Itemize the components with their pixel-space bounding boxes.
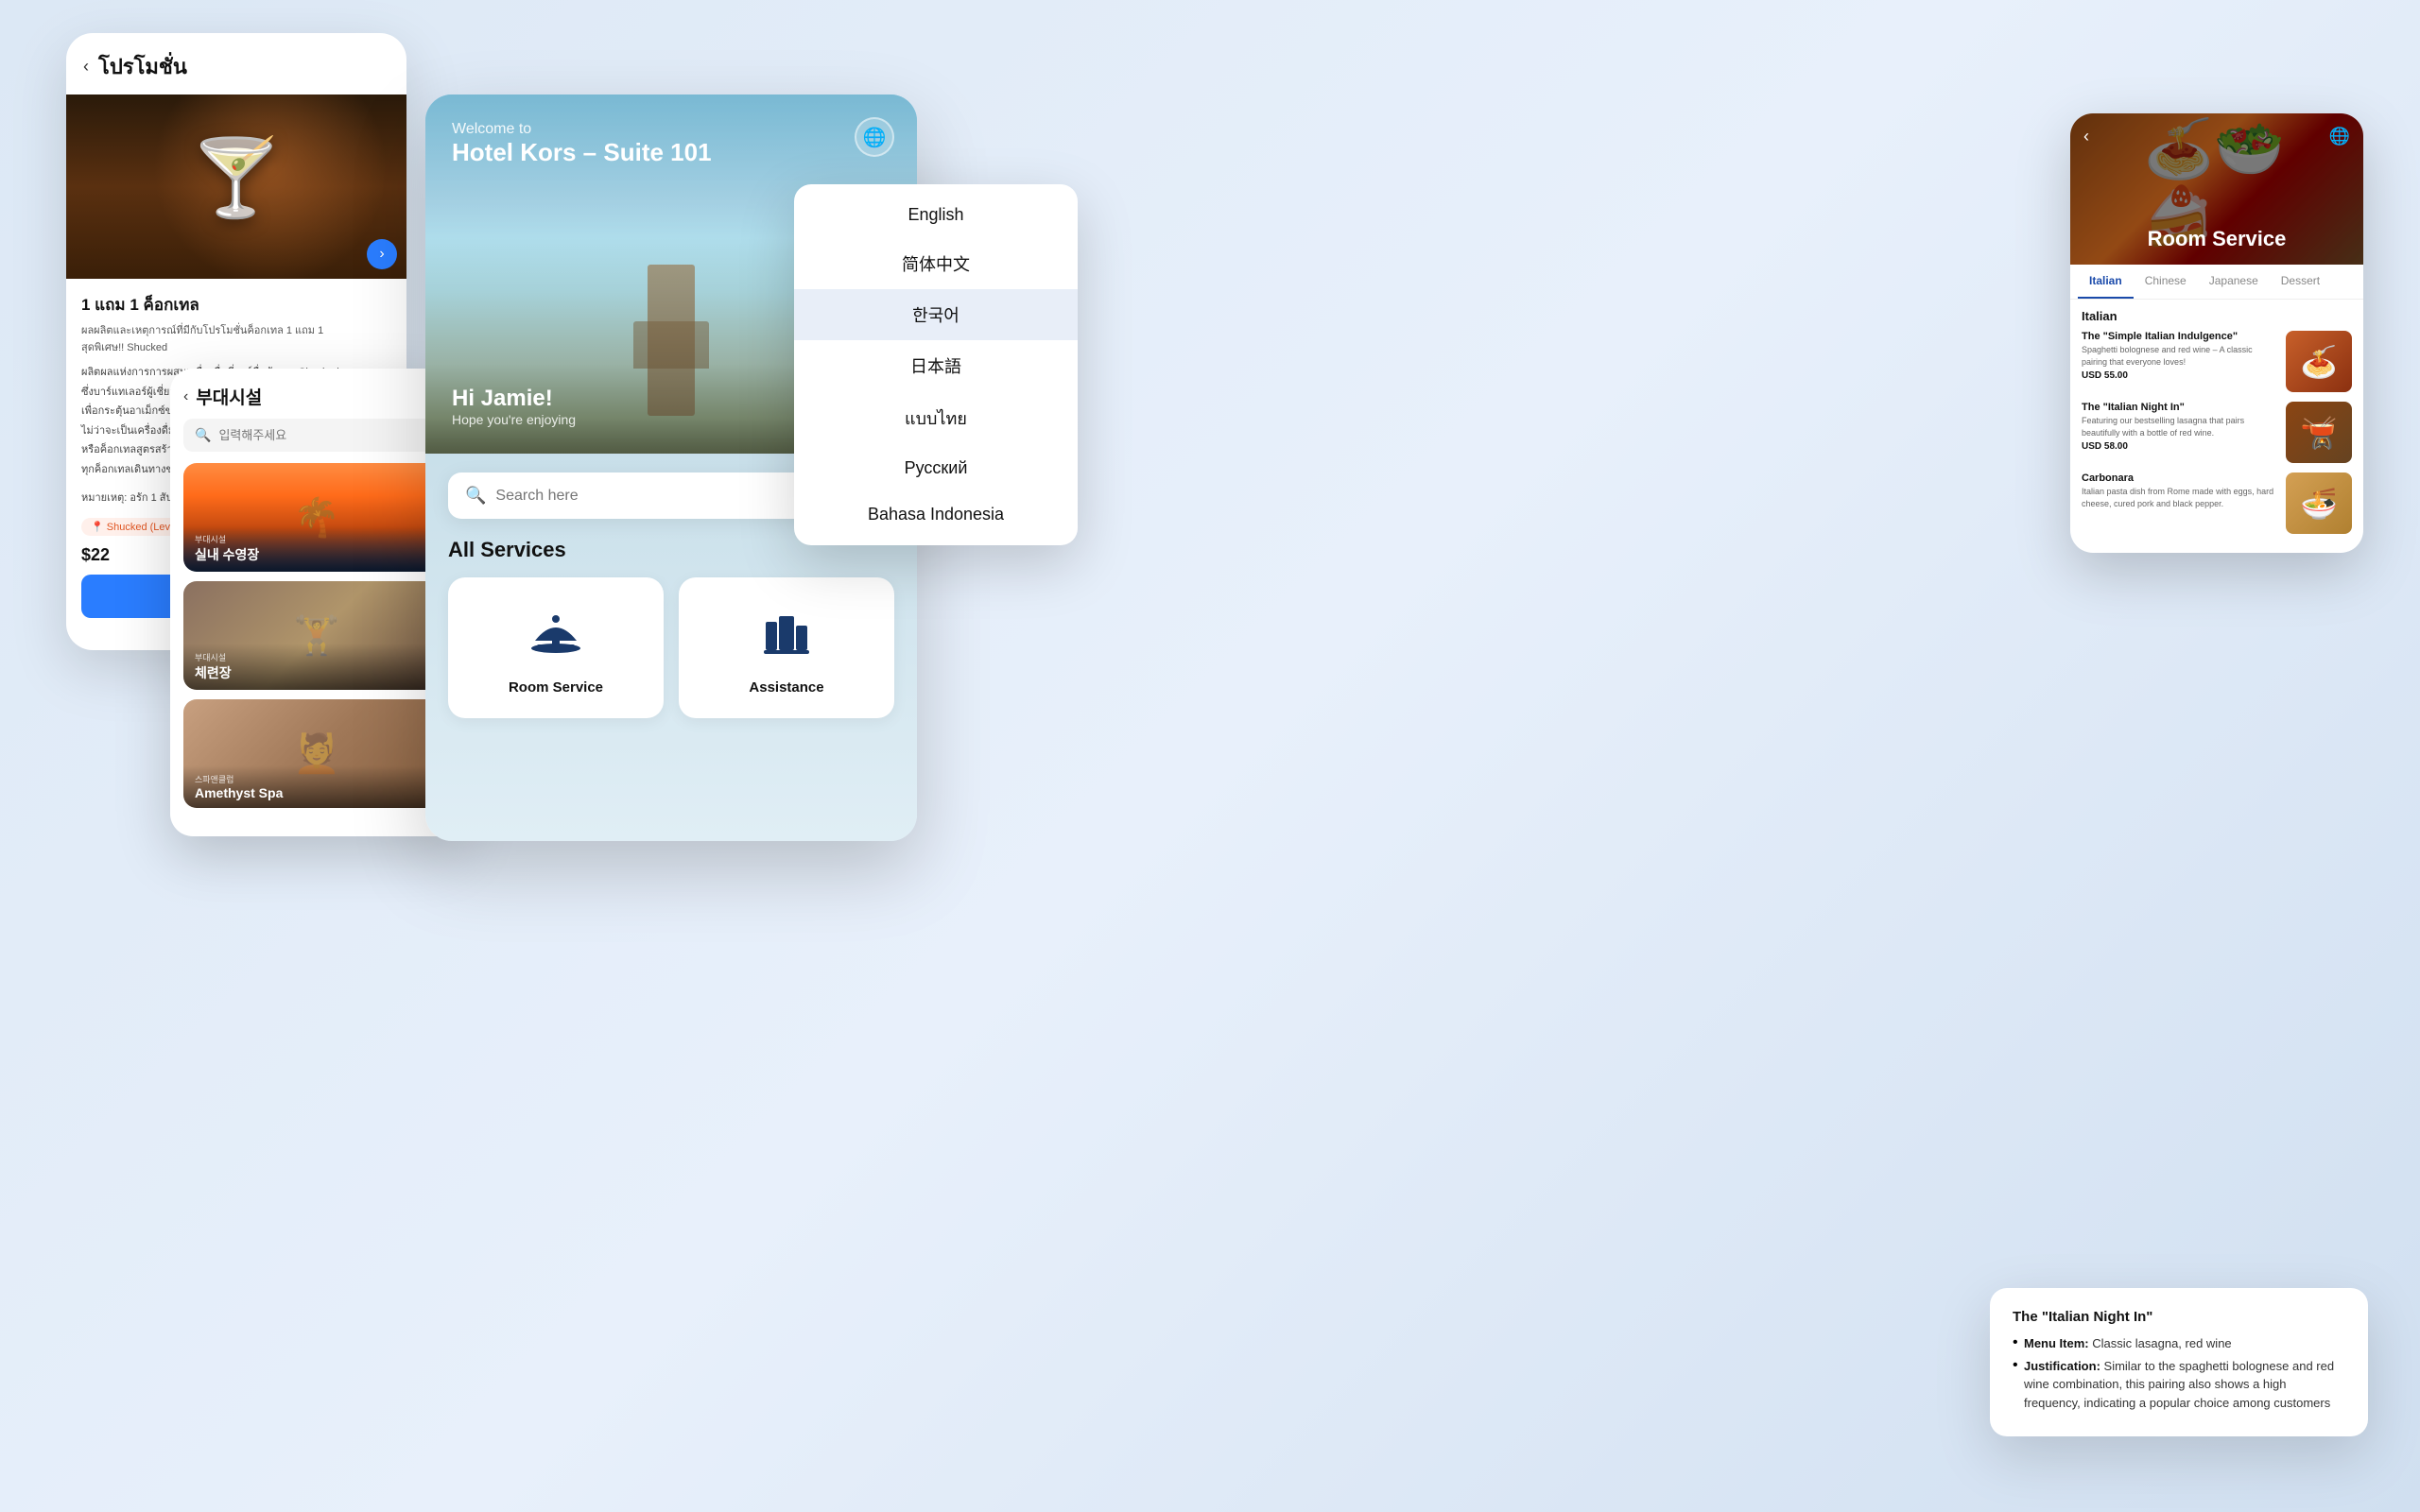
room-service-card[interactable]: Room Service xyxy=(448,577,664,718)
lang-chinese[interactable]: 简体中文 xyxy=(794,238,1078,289)
lang-english[interactable]: English xyxy=(794,192,1078,238)
item-1-desc: Spaghetti bolognese and red wine – A cla… xyxy=(2082,344,2276,368)
tab-italian[interactable]: Italian xyxy=(2078,265,2134,299)
tab-dessert[interactable]: Dessert xyxy=(2270,265,2331,299)
item-1-name: The "Simple Italian Indulgence" xyxy=(2082,331,2276,342)
amenities-phone: ‹ 부대시설 🔍 🌴 부대시설 실내 수영장 🏋️ 부대시설 체련장 💆 스파앤… xyxy=(170,369,463,836)
lang-indonesian[interactable]: Bahasa Indonesia xyxy=(794,491,1078,538)
spa-label: 스파앤클럽 Amethyst Spa xyxy=(183,765,450,808)
assistance-icon xyxy=(753,600,820,666)
rs-content: Italian The "Simple Italian Indulgence" … xyxy=(2070,300,2363,553)
item-3-image: 🍜 xyxy=(2286,472,2352,534)
services-grid: Room Service Assistance xyxy=(425,577,917,718)
room-service-label: Room Service xyxy=(509,679,603,696)
search-icon: 🔍 xyxy=(465,486,486,506)
hero-greeting: Hi Jamie! Hope you're enjoying xyxy=(452,386,576,427)
item-2-info: The "Italian Night In" Featuring our bes… xyxy=(2082,402,2276,452)
gym-label: 부대시설 체련장 xyxy=(183,644,450,690)
assistance-card[interactable]: Assistance xyxy=(679,577,894,718)
promo-deal-title: 1 แถม 1 ค็อกเทล xyxy=(81,292,391,318)
amenities-header: ‹ 부대시설 xyxy=(170,369,463,419)
tooltip-title: The "Italian Night In" xyxy=(2013,1309,2345,1325)
item-2-image: 🫕 xyxy=(2286,402,2352,463)
amenity-pool-card[interactable]: 🌴 부대시설 실내 수영장 xyxy=(183,463,450,572)
rs-globe-icon[interactable]: 🌐 xyxy=(2329,127,2350,146)
amenity-spa-card[interactable]: 💆 스파앤클럽 Amethyst Spa xyxy=(183,699,450,808)
hero-welcome-text: Welcome to Hotel Kors – Suite 101 xyxy=(452,121,712,167)
rs-tabs: Italian Chinese Japanese Dessert xyxy=(2070,265,2363,300)
search-icon: 🔍 xyxy=(195,427,211,443)
lang-korean[interactable]: 한국어 xyxy=(794,289,1078,340)
menu-item-1[interactable]: The "Simple Italian Indulgence" Spaghett… xyxy=(2082,331,2352,392)
item-3-name: Carbonara xyxy=(2082,472,2276,484)
promo-header: ‹ โปรโมชั่น xyxy=(66,33,406,94)
tooltip-item-1: Menu Item: Classic lasagna, red wine xyxy=(2013,1334,2345,1353)
item-3-info: Carbonara Italian pasta dish from Rome m… xyxy=(2082,472,2276,512)
globe-button[interactable]: 🌐 xyxy=(855,117,894,157)
tooltip-card: The "Italian Night In" Menu Item: Classi… xyxy=(1990,1288,2368,1436)
assistance-label: Assistance xyxy=(749,679,823,696)
room-service-icon xyxy=(523,600,589,666)
rs-section-title: Italian xyxy=(2082,309,2352,323)
amenity-gym-card[interactable]: 🏋️ 부대시설 체련장 xyxy=(183,581,450,690)
lang-russian[interactable]: Русский xyxy=(794,445,1078,491)
item-2-price: USD 58.00 xyxy=(2082,441,2276,452)
room-service-phone: ‹ 🌐 Room Service Italian Chinese Japanes… xyxy=(2070,113,2363,553)
promo-hero-image: › xyxy=(66,94,406,279)
back-icon[interactable]: ‹ xyxy=(183,388,188,405)
amenities-search[interactable]: 🔍 xyxy=(183,419,450,452)
item-1-image: 🍝 xyxy=(2286,331,2352,392)
rs-back-icon[interactable]: ‹ xyxy=(2083,127,2089,146)
lang-thai[interactable]: แบบไทย xyxy=(794,391,1078,445)
rs-hero-image: ‹ 🌐 Room Service xyxy=(2070,113,2363,265)
item-3-desc: Italian pasta dish from Rome made with e… xyxy=(2082,486,2276,509)
item-2-name: The "Italian Night In" xyxy=(2082,402,2276,413)
item-1-price: USD 55.00 xyxy=(2082,370,2276,381)
item-1-info: The "Simple Italian Indulgence" Spaghett… xyxy=(2082,331,2276,381)
language-dropdown: English 简体中文 한국어 日本語 แบบไทย Русский Baha… xyxy=(794,184,1078,545)
amenities-search-input[interactable] xyxy=(218,428,439,442)
tooltip-item-2: Justification: Similar to the spaghetti … xyxy=(2013,1357,2345,1413)
amenities-title: 부대시설 xyxy=(196,384,262,409)
promo-title: โปรโมชั่น xyxy=(98,50,187,83)
tab-chinese[interactable]: Chinese xyxy=(2134,265,2198,299)
pool-label: 부대시설 실내 수영장 xyxy=(183,525,450,572)
lang-japanese[interactable]: 日本語 xyxy=(794,340,1078,391)
promo-next-button[interactable]: › xyxy=(367,239,397,269)
menu-item-2[interactable]: The "Italian Night In" Featuring our bes… xyxy=(2082,402,2352,463)
promo-subtitle: ผลผลิตและเหตุการณ์ที่มีกับโปรโมชั่นค็อกเ… xyxy=(81,321,391,355)
item-2-desc: Featuring our bestselling lasagna that p… xyxy=(2082,415,2276,438)
tab-japanese[interactable]: Japanese xyxy=(2198,265,2270,299)
menu-item-3[interactable]: Carbonara Italian pasta dish from Rome m… xyxy=(2082,472,2352,534)
rs-hero-title: Room Service xyxy=(2148,227,2287,251)
back-icon[interactable]: ‹ xyxy=(83,57,89,77)
